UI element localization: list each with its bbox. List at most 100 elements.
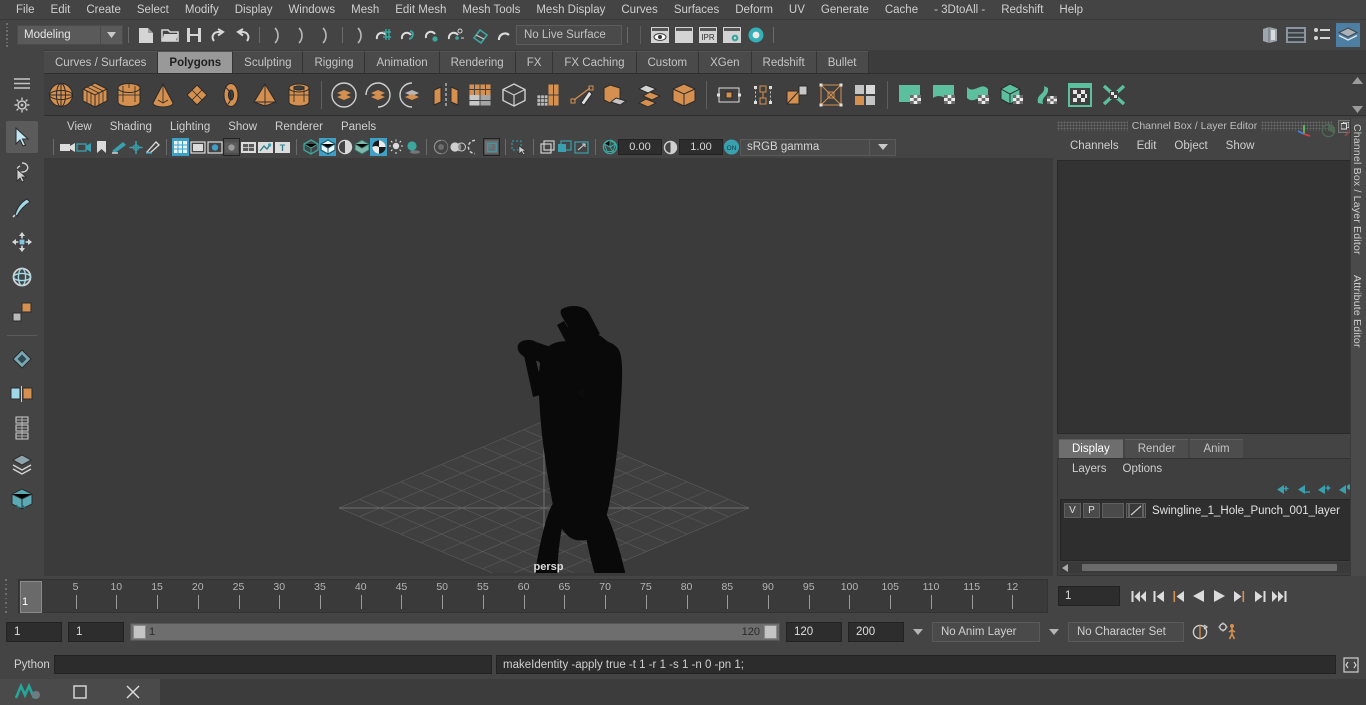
menu-curves[interactable]: Curves bbox=[613, 0, 665, 20]
grid-toggle-icon[interactable] bbox=[172, 138, 189, 156]
camera-attributes-icon[interactable] bbox=[76, 138, 93, 156]
image-plane-icon[interactable] bbox=[110, 138, 127, 156]
shelf-tab-rigging[interactable]: Rigging bbox=[303, 51, 366, 73]
resolution-gate-icon[interactable] bbox=[206, 138, 223, 156]
menu-surfaces[interactable]: Surfaces bbox=[666, 0, 727, 20]
panel-drag-handle-left[interactable] bbox=[1057, 121, 1128, 131]
gate-mask-icon[interactable] bbox=[223, 138, 240, 156]
texture-checker-icon[interactable] bbox=[370, 138, 387, 156]
menu-mesh[interactable]: Mesh bbox=[343, 0, 387, 20]
viewport-menu-shading[interactable]: Shading bbox=[101, 118, 161, 136]
last-tool-button[interactable] bbox=[6, 343, 38, 375]
ipr-render-icon[interactable]: IPR bbox=[696, 23, 720, 47]
poly-plane-icon[interactable] bbox=[180, 78, 214, 112]
multi-cut-icon[interactable] bbox=[565, 78, 599, 112]
rotate-tool-button[interactable] bbox=[6, 261, 38, 293]
channel-box-list[interactable] bbox=[1057, 160, 1362, 434]
snap-to-view-plane-icon[interactable] bbox=[468, 23, 492, 47]
time-slider-track[interactable]: 1 5 10 15 20 25 30 35 40 45 50 55 60 65 70 75 80 85 90 95 1… bbox=[18, 579, 1048, 613]
shelf-tab-xgen[interactable]: XGen bbox=[699, 51, 752, 73]
character-set-dropdown-arrow[interactable] bbox=[1046, 622, 1062, 642]
select-tool-button[interactable] bbox=[6, 121, 38, 153]
taskbar-maya-icon[interactable] bbox=[7, 679, 47, 705]
move-tool-button[interactable] bbox=[6, 226, 38, 258]
show-manip-tool-button[interactable] bbox=[6, 378, 38, 410]
menu-mesh-tools[interactable]: Mesh Tools bbox=[454, 0, 528, 20]
depth-of-field-icon[interactable] bbox=[483, 138, 500, 156]
create-new-layer-icon[interactable] bbox=[1317, 483, 1332, 496]
selection-mask-extra-icon[interactable] bbox=[348, 23, 372, 47]
viewport-menu-renderer[interactable]: Renderer bbox=[266, 118, 332, 136]
gamma-field[interactable]: 1.00 bbox=[679, 139, 723, 155]
scale-tool-button[interactable] bbox=[6, 296, 38, 328]
smooth-icon[interactable] bbox=[531, 78, 565, 112]
menu-edit[interactable]: Edit bbox=[43, 0, 79, 20]
combine-icon[interactable] bbox=[463, 78, 497, 112]
shelf-scroll-arrows[interactable] bbox=[1350, 77, 1364, 113]
menu-mesh-display[interactable]: Mesh Display bbox=[528, 0, 613, 20]
channel-menu-show[interactable]: Show bbox=[1217, 140, 1264, 152]
anim-end-field[interactable]: 200 bbox=[848, 622, 904, 642]
menu-3dtoall[interactable]: - 3DtoAll - bbox=[926, 0, 993, 20]
ipr-render-blank-icon[interactable] bbox=[672, 23, 696, 47]
boolean-union-icon[interactable] bbox=[327, 78, 361, 112]
textured-icon[interactable] bbox=[353, 138, 370, 156]
current-frame-field[interactable]: 1 bbox=[1058, 586, 1120, 606]
color-transform-dropdown-arrow[interactable] bbox=[870, 138, 896, 156]
move-layer-up-icon[interactable] bbox=[1275, 483, 1290, 496]
boolean-difference-icon[interactable] bbox=[361, 78, 395, 112]
shelf-tab-animation[interactable]: Animation bbox=[365, 51, 440, 73]
command-input-field[interactable] bbox=[54, 655, 492, 674]
menu-create[interactable]: Create bbox=[78, 0, 129, 20]
poly-pyramid-icon[interactable] bbox=[248, 78, 282, 112]
hypershade-icon[interactable] bbox=[744, 23, 768, 47]
open-scene-icon[interactable] bbox=[158, 23, 182, 47]
shaded-wireframe-icon[interactable] bbox=[336, 138, 353, 156]
isolate-select-icon[interactable] bbox=[511, 138, 528, 156]
mirror-geometry-icon[interactable] bbox=[429, 78, 463, 112]
move-layer-down-icon[interactable] bbox=[1296, 483, 1311, 496]
sculpt-plane-icon[interactable] bbox=[893, 78, 927, 112]
xray-icon[interactable] bbox=[539, 138, 556, 156]
step-back-key-button[interactable] bbox=[1150, 586, 1168, 606]
shelf-tab-polygons[interactable]: Polygons bbox=[158, 51, 234, 73]
range-left-handle[interactable] bbox=[133, 625, 146, 639]
step-forward-frame-button[interactable] bbox=[1230, 586, 1248, 606]
menu-modify[interactable]: Modify bbox=[177, 0, 227, 20]
lasso-tool-button[interactable] bbox=[6, 156, 38, 188]
layer-playback-toggle[interactable]: P bbox=[1083, 503, 1100, 518]
menu-generate[interactable]: Generate bbox=[813, 0, 877, 20]
exposure-field[interactable]: 0.00 bbox=[618, 139, 662, 155]
new-scene-icon[interactable] bbox=[134, 23, 158, 47]
sculpt-mask-icon[interactable] bbox=[1097, 78, 1131, 112]
sculpt-relax-icon[interactable] bbox=[961, 78, 995, 112]
live-surface-field[interactable]: No Live Surface bbox=[516, 25, 622, 45]
menu-windows[interactable]: Windows bbox=[280, 0, 343, 20]
color-transform-field[interactable]: sRGB gamma bbox=[740, 138, 870, 156]
step-back-frame-button[interactable] bbox=[1170, 586, 1188, 606]
two-d-pan-zoom-icon[interactable] bbox=[127, 138, 144, 156]
poly-cube-icon[interactable] bbox=[78, 78, 112, 112]
channel-box-toggle-icon[interactable] bbox=[1336, 23, 1360, 47]
separate-icon[interactable] bbox=[497, 78, 531, 112]
menu-deform[interactable]: Deform bbox=[727, 0, 781, 20]
channel-menu-edit[interactable]: Edit bbox=[1128, 140, 1166, 152]
menu-file[interactable]: File bbox=[8, 0, 43, 20]
field-chart-icon[interactable] bbox=[240, 138, 257, 156]
go-to-end-button[interactable] bbox=[1270, 586, 1288, 606]
range-right-handle[interactable] bbox=[764, 625, 777, 639]
viewport-menu-lighting[interactable]: Lighting bbox=[161, 118, 219, 136]
grease-pencil-icon[interactable] bbox=[144, 138, 161, 156]
poly-sphere-icon[interactable] bbox=[44, 78, 78, 112]
poly-cone-icon[interactable] bbox=[146, 78, 180, 112]
gamma-icon[interactable] bbox=[662, 138, 679, 156]
sculpt-stamp-icon[interactable] bbox=[1063, 78, 1097, 112]
film-gate-icon[interactable] bbox=[189, 138, 206, 156]
shelf-options-gear-icon[interactable] bbox=[14, 97, 30, 113]
range-start-field[interactable]: 1 bbox=[6, 622, 62, 642]
poly-pipe-icon[interactable] bbox=[282, 78, 316, 112]
sidebar-toggle-icon[interactable] bbox=[1258, 23, 1282, 47]
poly-torus-icon[interactable] bbox=[214, 78, 248, 112]
xray-joints-icon[interactable] bbox=[556, 138, 573, 156]
layer-row[interactable]: V P Swingline_1_Hole_Punch_001_layer bbox=[1061, 502, 1358, 519]
